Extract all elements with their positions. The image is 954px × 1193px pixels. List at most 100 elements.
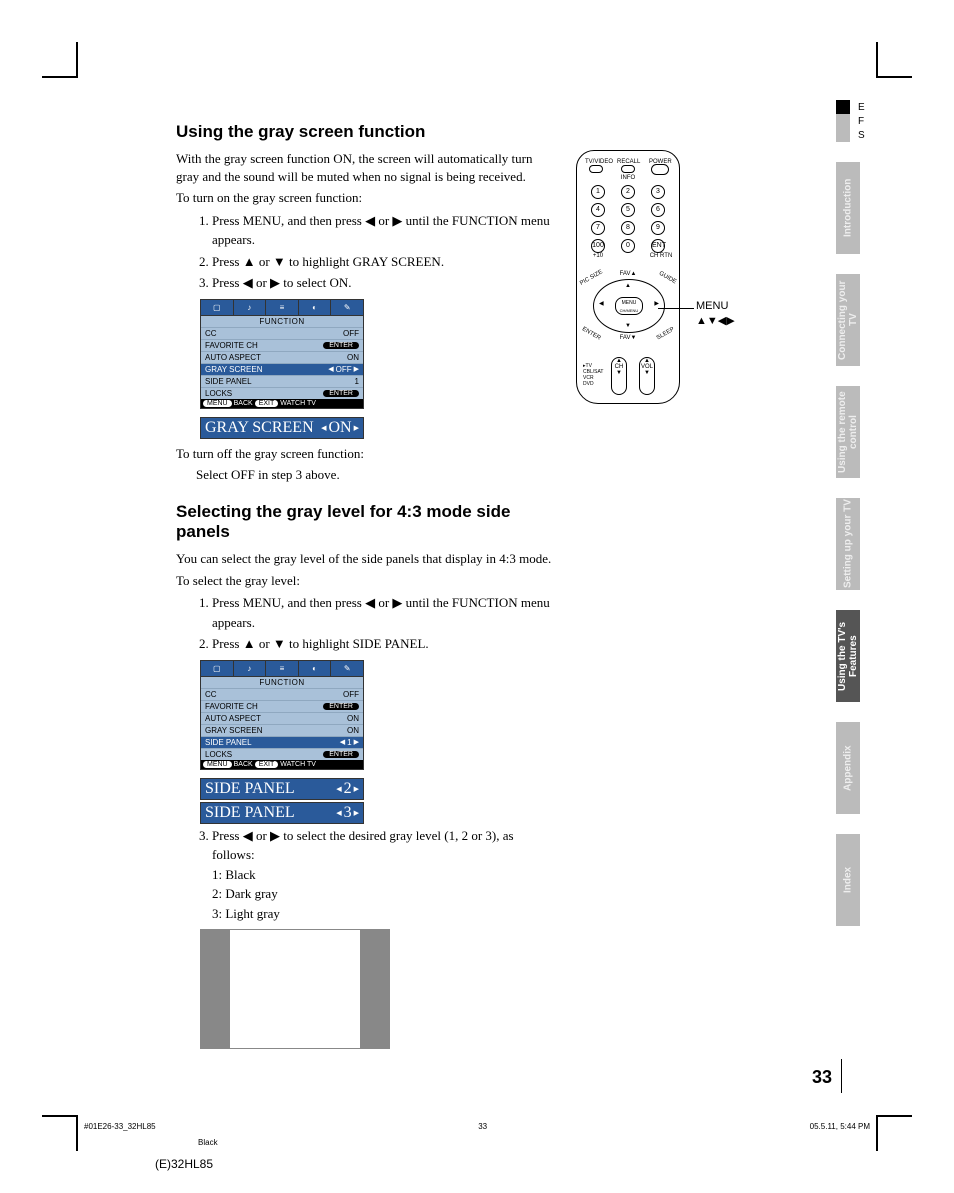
lang-tab-s: S: [836, 128, 876, 142]
osd-row: GRAY SCREENON: [201, 724, 363, 736]
ch-rocker: ▲CH▼: [611, 357, 627, 395]
side-tab-remote: Using the remote control: [836, 386, 860, 478]
osd-row-value: 2: [344, 780, 352, 798]
remote-body: TV/VIDEO RECALL POWER INFO 1234567891000…: [576, 150, 680, 404]
osd-row-value: ON: [347, 353, 359, 362]
footer-black: Black: [198, 1138, 218, 1147]
callout-line: [658, 308, 694, 309]
osd-tab-icon: ≡: [266, 300, 299, 315]
preview-left-panel: [200, 929, 230, 1049]
osd-row-label: SIDE PANEL: [205, 804, 295, 822]
osd-row: SIDE PANEL ◀1▶: [201, 736, 363, 748]
osd-row: CC OFF: [201, 327, 363, 339]
para: With the gray screen function ON, the sc…: [176, 150, 556, 185]
callout-arrows: ▲▼◀▶: [696, 314, 735, 327]
remote-label: GUIDE: [658, 271, 677, 286]
osd-row: GRAY SCREEN ◀OFF▶: [201, 363, 363, 375]
osd-row-label: GRAY SCREEN: [205, 365, 263, 374]
osd-tab-icon: ◐: [299, 300, 332, 315]
osd-row-label: LOCKS: [205, 389, 232, 398]
page-number-rule: [841, 1059, 842, 1093]
osd-row-label: SIDE PANEL: [205, 377, 252, 386]
remote-label: +10: [589, 253, 607, 259]
steps-list: Press MENU, and then press ◀ or ▶ until …: [176, 211, 556, 293]
footer-left: #01E26-33_32HL85: [84, 1122, 156, 1131]
remote-label: CH RTN: [649, 253, 673, 259]
remote-key-1: 1: [591, 185, 605, 199]
osd-footer: MENU BACK EXIT WATCH TV: [201, 760, 363, 769]
side-tab-index: Index: [836, 834, 860, 926]
remote-label: PIC SIZE: [579, 269, 604, 287]
osd-foot-back: BACK: [234, 761, 253, 768]
lang-tab-e: E: [836, 100, 876, 114]
remote-key-9: 9: [651, 221, 665, 235]
osd-row-value: ENTER: [323, 702, 359, 711]
crop-mark: [42, 42, 78, 78]
tv-video-button: [589, 165, 603, 173]
osd-row: FAVORITE CHENTER: [201, 700, 363, 712]
footer-center: 33: [478, 1122, 487, 1131]
osd-foot-watch: WATCH TV: [280, 400, 316, 407]
crop-mark: [876, 42, 912, 78]
remote-key-5: 5: [621, 203, 635, 217]
crop-mark: [876, 1115, 912, 1151]
side-tab-setup: Setting up your TV: [836, 498, 860, 590]
callout-menu: MENU: [696, 300, 728, 312]
osd-menu-1: ▢ ♪ ≡ ◐ ✎ FUNCTION CCOFFFAVORITE CHENTER…: [200, 299, 364, 409]
osd-menu-2: ▢ ♪ ≡ ◐ ✎ FUNCTION CCOFFFAVORITE CHENTER…: [200, 660, 364, 770]
heading-side-panel: Selecting the gray level for 4:3 mode si…: [176, 502, 556, 542]
osd-tab-icon: ✎: [331, 300, 363, 315]
osd-row-label: SIDE PANEL: [205, 780, 295, 798]
osd-row-value: ENTER: [323, 750, 359, 759]
osd-row-value: ON: [329, 419, 352, 437]
osd-row-label: AUTO ASPECT: [205, 353, 261, 362]
osd-row-label: FAVORITE CH: [205, 341, 258, 350]
remote-switch: ▸TV CBL/SAT VCR DVD: [583, 363, 603, 387]
level-text: 1: Black: [212, 867, 256, 882]
remote-key-3: 3: [651, 185, 665, 199]
remote-label: SLEEP: [655, 327, 675, 342]
side-tab-appendix: Appendix: [836, 722, 860, 814]
osd-foot-exit: EXIT: [255, 761, 279, 768]
osd-footer: MENU BACK EXIT WATCH TV: [201, 399, 363, 408]
osd-row-value: ON: [347, 714, 359, 723]
preview-center: [230, 929, 360, 1049]
osd-row-value: OFF: [343, 329, 359, 338]
crop-mark: [42, 1115, 78, 1151]
osd-row: LOCKSENTER: [201, 387, 363, 399]
para: To turn off the gray screen function:: [176, 445, 556, 463]
lang-label: F: [858, 116, 864, 127]
para: To turn on the gray screen function:: [176, 189, 556, 207]
osd-title: FUNCTION: [201, 677, 363, 688]
osd-row-label: SIDE PANEL: [205, 738, 252, 747]
para: Select OFF in step 3 above.: [176, 466, 556, 484]
page-number: 33: [812, 1067, 832, 1088]
level-text: 2: Dark gray: [212, 886, 278, 901]
osd-row-label: GRAY SCREEN: [205, 726, 263, 735]
osd-row-value: 1: [355, 377, 359, 386]
osd-tab-icon: ▢: [201, 661, 234, 676]
osd-row-value: ◀OFF▶: [328, 365, 359, 374]
recall-button: [621, 165, 635, 173]
vol-rocker: ▲VOL▼: [639, 357, 655, 395]
remote-key-100: 100: [591, 239, 605, 253]
osd-foot-watch: WATCH TV: [280, 761, 316, 768]
remote-key-0: 0: [621, 239, 635, 253]
remote-illustration: TV/VIDEO RECALL POWER INFO 1234567891000…: [576, 150, 736, 404]
step: Press ▲ or ▼ to highlight SIDE PANEL.: [212, 634, 556, 654]
para: You can select the gray level of the sid…: [176, 550, 556, 568]
model-id: (E)32HL85: [155, 1157, 213, 1171]
osd-extra-row: GRAY SCREEN◀ON▶: [200, 417, 364, 439]
osd-row-label: CC: [205, 329, 217, 338]
step: Press ▲ or ▼ to highlight GRAY SCREEN.: [212, 252, 556, 272]
footer-right: 05.5.11, 5:44 PM: [810, 1122, 870, 1131]
osd-row: CCOFF: [201, 688, 363, 700]
remote-dpad: MENU CH/MENU PIC SIZE GUIDE ENTER SLEEP …: [593, 279, 665, 333]
osd-row-value: ◀1▶: [340, 738, 359, 747]
step: Press MENU, and then press ◀ or ▶ until …: [212, 211, 556, 250]
heading-gray-screen: Using the gray screen function: [176, 122, 556, 142]
remote-key-ENT: ENT: [651, 239, 665, 253]
lang-label: E: [858, 102, 865, 113]
remote-key-7: 7: [591, 221, 605, 235]
remote-key-6: 6: [651, 203, 665, 217]
